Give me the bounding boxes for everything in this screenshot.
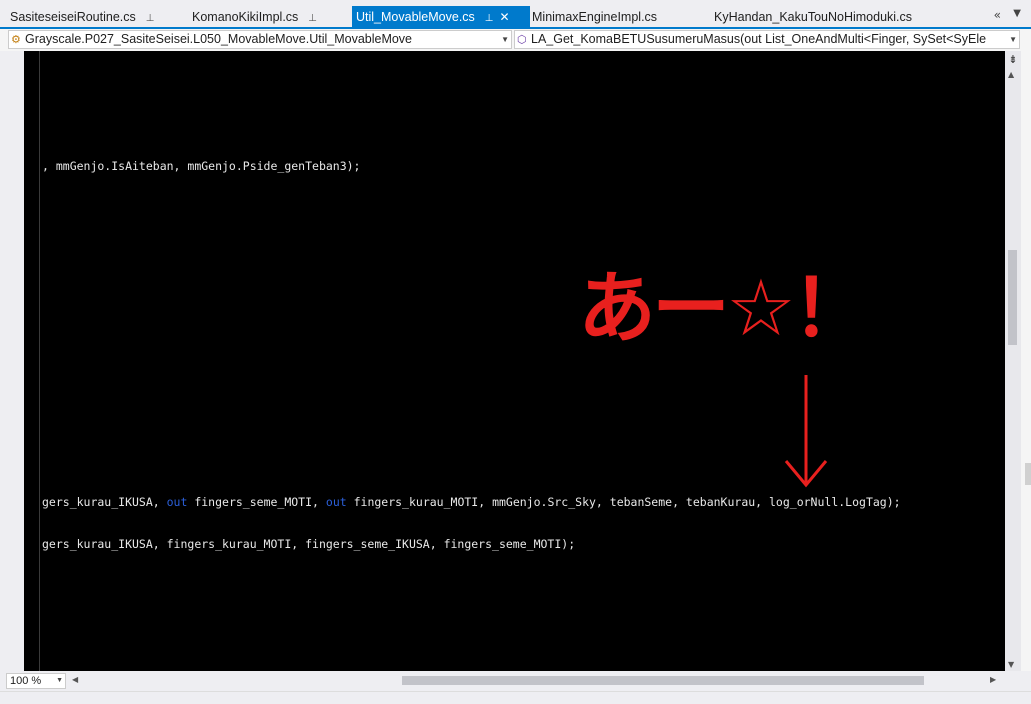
- chevron-down-icon[interactable]: ▼: [56, 674, 63, 688]
- code-line[interactable]: gers_kurau_IKUSA, fingers_kurau_MOTI, fi…: [42, 537, 575, 551]
- document-tab-strip: SasiteseiseiRoutine.cs ⊥ KomanoKikiImpl.c…: [0, 0, 1031, 28]
- tab-sasiteseiseiroutine[interactable]: SasiteseiseiRoutine.cs ⊥: [10, 6, 154, 28]
- chevron-down-icon[interactable]: ▼: [501, 31, 509, 48]
- tab-kyhandan[interactable]: KyHandan_KakuTouNoHimoduki.cs: [714, 6, 912, 28]
- tab-label: KyHandan_KakuTouNoHimoduki.cs: [714, 10, 913, 24]
- vertical-scroll-thumb[interactable]: [1008, 250, 1017, 345]
- code-line[interactable]: gers_kurau_IKUSA, out fingers_seme_MOTI,…: [42, 495, 901, 509]
- right-edge-panel: [1021, 51, 1031, 671]
- tab-label: KomanoKikiImpl.cs: [192, 10, 299, 24]
- down-arrow-annotation: [784, 375, 828, 488]
- tab-minimaxengineimpl[interactable]: MinimaxEngineImpl.cs: [532, 6, 657, 28]
- type-selector-label: Grayscale.P027_SasiteSeisei.L050_Movable…: [25, 32, 413, 46]
- split-window-icon[interactable]: ⇟: [1005, 53, 1021, 67]
- pin-icon[interactable]: ⊥: [146, 13, 155, 24]
- tab-label: SasiteseiseiRoutine.cs: [10, 10, 136, 24]
- tab-komanokikiimpl[interactable]: KomanoKikiImpl.cs ⊥: [192, 6, 317, 28]
- scroll-up-icon[interactable]: ▲: [1008, 70, 1014, 79]
- tab-util-movablemove[interactable]: Util_MovableMove.cs ⊥ ✕: [352, 6, 530, 28]
- panel-marker: [1025, 463, 1031, 485]
- member-selector-label: LA_Get_KomaBETUSusumeruMasus(out List_On…: [531, 32, 987, 46]
- class-icon: ⚙: [11, 34, 21, 46]
- chevron-down-icon[interactable]: ▼: [1009, 31, 1017, 48]
- code-text: fingers_kurau_MOTI, mmGenjo.Src_Sky, teb…: [346, 495, 901, 509]
- code-text: gers_kurau_IKUSA,: [42, 495, 167, 509]
- code-text: fingers_seme_MOTI,: [187, 495, 326, 509]
- vertical-scrollbar[interactable]: [1005, 51, 1021, 671]
- keyword-out: out: [325, 495, 347, 509]
- status-bar: [0, 691, 1031, 704]
- close-icon[interactable]: ✕: [500, 6, 510, 28]
- indicator-margin-line: [39, 51, 40, 671]
- tab-overflow-icon[interactable]: «: [994, 8, 1001, 22]
- zoom-value: 100 %: [10, 675, 42, 687]
- type-selector[interactable]: ⚙ Grayscale.P027_SasiteSeisei.L050_Movabl…: [8, 30, 512, 49]
- zoom-selector[interactable]: 100 % ▼: [6, 673, 66, 689]
- navigation-bar: ⚙ Grayscale.P027_SasiteSeisei.L050_Movabl…: [0, 29, 1031, 51]
- tab-label: Util_MovableMove.cs: [356, 10, 475, 24]
- editor-gutter: [0, 51, 24, 671]
- member-selector[interactable]: ⬡ LA_Get_KomaBETUSusumeruMasus(out List_O…: [514, 30, 1020, 49]
- scroll-left-icon[interactable]: ◀: [72, 675, 78, 684]
- horizontal-scroll-thumb[interactable]: [402, 676, 924, 685]
- pin-icon[interactable]: ⊥: [485, 13, 494, 24]
- tab-label: MinimaxEngineImpl.cs: [532, 10, 658, 24]
- code-editor[interactable]: [0, 51, 1005, 671]
- method-icon: ⬡: [517, 34, 527, 46]
- tab-dropdown-icon[interactable]: ▼: [1013, 8, 1021, 19]
- pin-icon[interactable]: ⊥: [308, 13, 317, 24]
- annotation-text: あー☆！: [578, 264, 870, 354]
- scroll-right-icon[interactable]: ▶: [990, 675, 996, 684]
- keyword-out: out: [166, 495, 188, 509]
- code-line[interactable]: , mmGenjo.IsAiteban, mmGenjo.Pside_genTe…: [42, 159, 361, 173]
- scroll-down-icon[interactable]: ▼: [1008, 660, 1014, 669]
